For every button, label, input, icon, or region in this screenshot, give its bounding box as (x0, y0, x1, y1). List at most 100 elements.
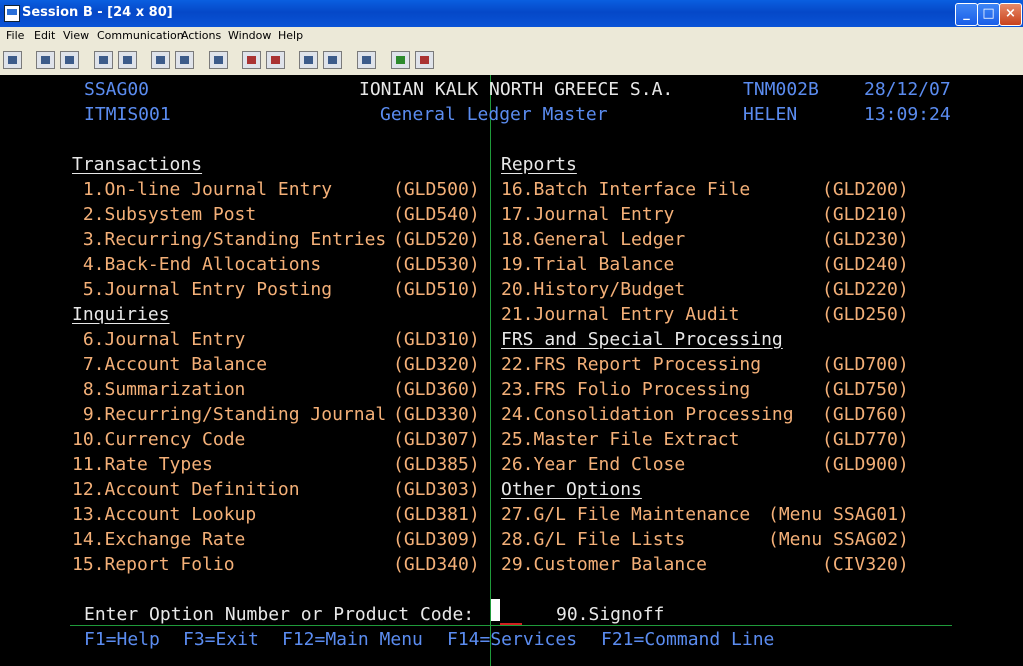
system-name: SSAG00 (84, 79, 150, 100)
copy-icon[interactable] (36, 51, 55, 69)
menu-option[interactable]: 26.Year End Close (501, 452, 685, 477)
menu-option[interactable]: 9.Recurring/Standing Journal (72, 402, 386, 427)
option-code: (GLD330) (393, 404, 480, 425)
menu-option[interactable]: 1.On-line Journal Entry (72, 177, 332, 202)
menu-window[interactable]: Window (228, 29, 271, 42)
option-code: (GLD220) (822, 279, 909, 300)
option-code: (GLD307) (393, 429, 480, 450)
option-code: (GLD530) (393, 254, 480, 275)
option-code: (GLD340) (393, 554, 480, 575)
send-file-icon[interactable] (94, 51, 113, 69)
menu-option[interactable]: 14.Exchange Rate (72, 527, 245, 552)
option-code: (GLD250) (822, 304, 909, 325)
company-name: IONIAN KALK NORTH GREECE S.A. (359, 79, 674, 100)
stop-macro-icon[interactable] (266, 51, 285, 69)
option-input-cursor[interactable] (491, 599, 500, 621)
restore-button[interactable]: □ (977, 3, 1000, 26)
menu-option[interactable]: 3.Recurring/Standing Entries (72, 227, 386, 252)
column-guide (490, 75, 491, 666)
menu-help[interactable]: Help (278, 29, 303, 42)
fkey-exit[interactable]: F3=Exit (183, 627, 259, 652)
signoff-option[interactable]: 90.Signoff (556, 602, 664, 627)
option-code: (GLD500) (393, 179, 480, 200)
section-reports: Reports (501, 154, 577, 175)
time: 13:09:24 (864, 104, 951, 125)
play-macro-icon[interactable] (299, 51, 318, 69)
menu-option[interactable]: 4.Back-End Allocations (72, 252, 321, 277)
menu-option[interactable]: 29.Customer Balance (501, 552, 707, 577)
option-code: (Menu SSAG02) (768, 529, 909, 550)
menu-option[interactable]: 5.Journal Entry Posting (72, 277, 332, 302)
paste-icon[interactable] (60, 51, 79, 69)
menu-option[interactable]: 18.General Ledger (501, 227, 685, 252)
menu-option[interactable]: 20.History/Budget (501, 277, 685, 302)
menu-actions[interactable]: Actions (181, 29, 221, 42)
receive-file-icon[interactable] (118, 51, 137, 69)
fkey-services[interactable]: F14=Services (447, 627, 577, 652)
menu-option[interactable]: 11.Rate Types (72, 452, 213, 477)
menu-option[interactable]: 23.FRS Folio Processing (501, 377, 750, 402)
date: 28/12/07 (864, 79, 951, 100)
option-code: (CIV320) (822, 554, 909, 575)
divider-line (70, 625, 952, 626)
menu-edit[interactable]: Edit (34, 29, 55, 42)
session-icon[interactable] (4, 5, 20, 22)
menu-communication[interactable]: Communication (97, 29, 184, 42)
terminal-screen[interactable]: SSAG00 IONIAN KALK NORTH GREECE S.A. TNM… (0, 75, 1023, 666)
menu-option[interactable]: 16.Batch Interface File (501, 177, 750, 202)
option-code: (GLD309) (393, 529, 480, 550)
menu-option[interactable]: 10.Currency Code (72, 427, 245, 452)
menu-option[interactable]: 19.Trial Balance (501, 252, 674, 277)
menu-option[interactable]: 12.Account Definition (72, 477, 300, 502)
menu-option[interactable]: 8.Summarization (72, 377, 246, 402)
screen-title: General Ledger Master (380, 104, 608, 125)
toolbar (0, 46, 1023, 76)
menu-option[interactable]: 27.G/L File Maintenance (501, 502, 750, 527)
minimize-button[interactable]: _ (955, 3, 978, 26)
menu-bar: File Edit View Communication Actions Win… (0, 27, 1023, 46)
option-code: (GLD510) (393, 279, 480, 300)
fkey-help[interactable]: F1=Help (84, 627, 160, 652)
clipboard-icon[interactable] (357, 51, 376, 69)
option-code: (GLD540) (393, 204, 480, 225)
menu-option[interactable]: 25.Master File Extract (501, 427, 739, 452)
display-setup-icon[interactable] (151, 51, 170, 69)
disconnect-icon[interactable] (415, 51, 434, 69)
user-name: HELEN (743, 104, 798, 125)
menu-option[interactable]: 2.Subsystem Post (72, 202, 256, 227)
record-macro-icon[interactable] (242, 51, 261, 69)
connect-icon[interactable] (391, 51, 410, 69)
image-icon[interactable] (209, 51, 228, 69)
fkey-main-menu[interactable]: F12=Main Menu (282, 627, 423, 652)
window-title: Session B - [24 x 80] (22, 5, 173, 20)
print-screen-icon[interactable] (3, 51, 22, 69)
menu-option[interactable]: 17.Journal Entry (501, 202, 674, 227)
option-code: (GLD381) (393, 504, 480, 525)
macro-list-icon[interactable] (323, 51, 342, 69)
option-code: (GLD320) (393, 354, 480, 375)
menu-option[interactable]: 15.Report Folio (72, 552, 235, 577)
option-code: (GLD385) (393, 454, 480, 475)
menu-option[interactable]: 7.Account Balance (72, 352, 267, 377)
fkey-command-line[interactable]: F21=Command Line (601, 627, 774, 652)
option-code: (GLD303) (393, 479, 480, 500)
option-code: (GLD700) (822, 354, 909, 375)
option-code: (GLD520) (393, 229, 480, 250)
close-button[interactable]: × (999, 3, 1022, 26)
menu-option[interactable]: 13.Account Lookup (72, 502, 256, 527)
menu-option[interactable]: 24.Consolidation Processing (501, 402, 794, 427)
menu-option[interactable]: 21.Journal Entry Audit (501, 302, 739, 327)
section-frs: FRS and Special Processing (501, 329, 783, 350)
menu-option[interactable]: 28.G/L File Lists (501, 527, 685, 552)
section-inquiries: Inquiries (72, 304, 170, 325)
program-name: ITMIS001 (84, 104, 171, 125)
option-code: (GLD760) (822, 404, 909, 425)
menu-file[interactable]: File (6, 29, 24, 42)
menu-option[interactable]: 6.Journal Entry (72, 327, 246, 352)
option-code: (GLD750) (822, 379, 909, 400)
menu-option[interactable]: 22.FRS Report Processing (501, 352, 761, 377)
menu-view[interactable]: View (63, 29, 89, 42)
keyboard-map-icon[interactable] (175, 51, 194, 69)
option-code: (GLD230) (822, 229, 909, 250)
section-other-options: Other Options (501, 479, 642, 500)
